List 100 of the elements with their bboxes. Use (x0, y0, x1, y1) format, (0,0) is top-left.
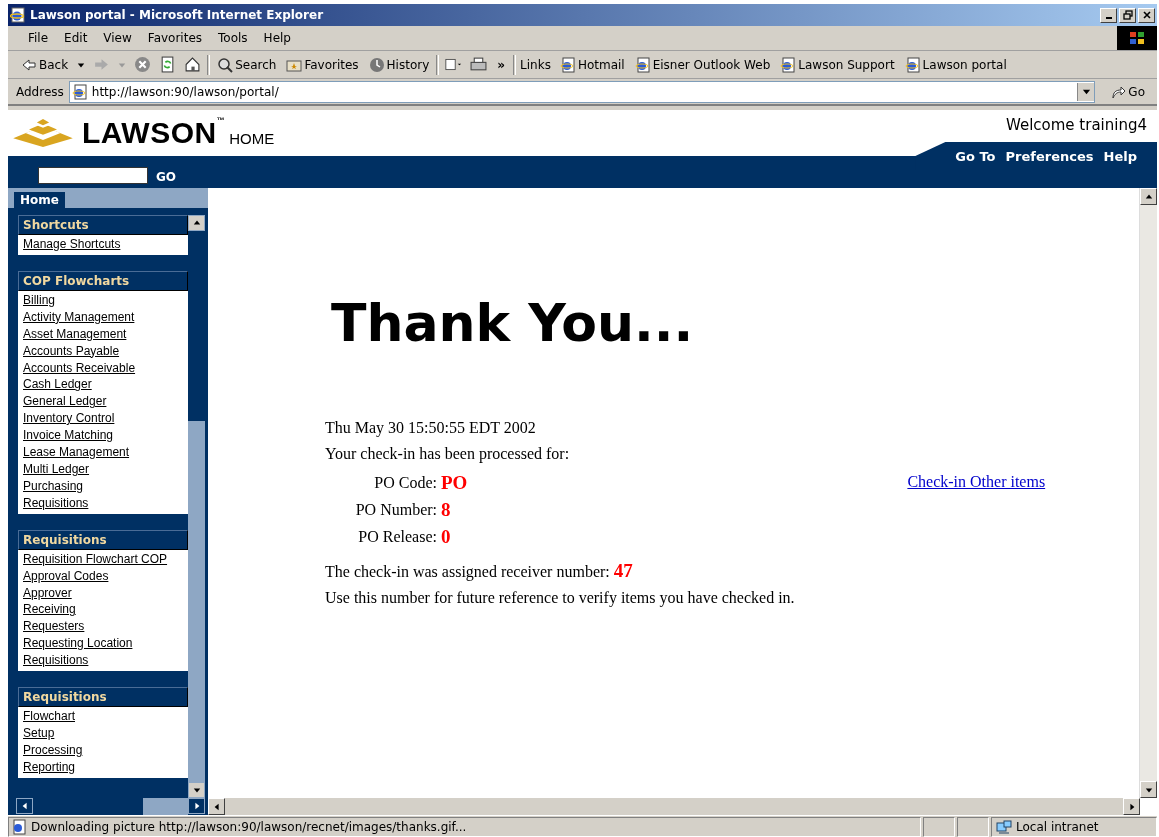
search-icon (217, 56, 234, 73)
nav-link[interactable]: Help (1103, 148, 1137, 164)
page-heading: Thank You... (331, 293, 695, 353)
group-title: Requisitions (18, 529, 188, 550)
sidebar-link[interactable]: Billing (23, 291, 183, 309)
sidebar-link[interactable]: Accounts Payable (23, 342, 183, 360)
status-text: Downloading picture http://lawson:90/lawson/recnet/images/thanks.gif... (31, 819, 467, 834)
field-label: PO Code: (373, 473, 437, 493)
sidebar-link[interactable]: Multi Ledger (23, 460, 183, 478)
windows-logo (1117, 26, 1157, 50)
clock-icon (368, 56, 385, 73)
sidebar-link[interactable]: Invoice Matching (23, 427, 183, 445)
sidebar-link[interactable]: Setup (23, 724, 183, 742)
go-link[interactable]: GO (156, 170, 177, 184)
sidebar-link[interactable]: Receiving (23, 601, 183, 619)
nav-link[interactable]: Preferences (1005, 148, 1094, 164)
sidebar-link[interactable]: Activity Management (23, 308, 183, 326)
sidebar-link[interactable]: Purchasing (23, 477, 183, 495)
print-icon[interactable] (470, 56, 488, 73)
scroll-down-icon[interactable] (1144, 785, 1153, 794)
menu-item[interactable]: File (20, 31, 57, 45)
sidebar-link[interactable]: Requisition Flowchart COP (23, 550, 183, 568)
sidebar-link[interactable]: Asset Management (23, 325, 183, 343)
sidebar-link[interactable]: Inventory Control (23, 410, 183, 428)
more-button[interactable]: » (493, 57, 510, 72)
zone-text: Local intranet (1016, 819, 1099, 834)
address-label: Address (16, 84, 65, 99)
field-label: PO Number: (354, 500, 437, 520)
page-icon (780, 56, 797, 73)
scroll-right-icon[interactable] (192, 802, 201, 810)
scroll-left-icon[interactable] (20, 802, 29, 810)
sidebar-link[interactable]: Processing (23, 741, 183, 759)
sidebar-link[interactable]: Lease Management (23, 444, 183, 461)
date-text: Thu May 30 15:50:55 EDT 2002 (325, 418, 537, 439)
back-button[interactable]: Back (18, 56, 72, 73)
network-icon (996, 818, 1012, 835)
sidebar-link[interactable]: Requesting Location (23, 635, 183, 653)
sidebar-link[interactable]: Requisitions (23, 652, 183, 670)
scrollbar[interactable] (1139, 188, 1157, 798)
sidebar-link[interactable]: Flowchart (23, 708, 183, 725)
search-field[interactable] (38, 167, 148, 184)
minimize-button[interactable] (1100, 7, 1117, 23)
sidebar-link[interactable]: General Ledger (23, 393, 183, 411)
intro-text: Your check-in has been processed for: (325, 444, 571, 465)
link-button[interactable]: Hotmail (556, 56, 628, 73)
stop-icon[interactable] (134, 56, 152, 73)
group-title: COP Flowcharts (18, 270, 188, 291)
link-button[interactable]: Eisner Outlook Web (631, 56, 774, 73)
history-button[interactable]: History (365, 56, 433, 73)
group-title: Shortcuts (18, 215, 188, 235)
link-button[interactable]: Lawson portal (901, 56, 1010, 73)
field-value: 0 (441, 525, 452, 549)
menu-item[interactable]: Edit (56, 31, 96, 45)
sidebar-link[interactable]: Requesters (23, 618, 183, 636)
receiver-label: The check-in was assigned receiver number: (325, 563, 610, 580)
minimize-icon (1105, 17, 1112, 19)
menu-item[interactable]: Help (255, 31, 299, 45)
check-in-link[interactable]: Check-in Other items (907, 473, 1046, 491)
dropdown-button[interactable] (1077, 82, 1095, 101)
scroll-up-icon[interactable] (1144, 192, 1153, 201)
page-icon (634, 56, 651, 73)
scroll-down-icon[interactable] (192, 786, 201, 794)
scroll-left-icon[interactable] (212, 802, 221, 811)
scrollbar[interactable] (188, 215, 205, 798)
back-arrow-icon (21, 56, 37, 73)
caret-icon[interactable] (77, 60, 86, 69)
sidebar-link[interactable]: Reporting (23, 758, 183, 776)
group-title: Requisitions (18, 687, 188, 708)
link-button[interactable]: Lawson Support (777, 56, 898, 73)
sidebar-tab[interactable]: Home (14, 192, 65, 208)
menu-item[interactable]: Tools (210, 31, 256, 45)
scroll-up-icon[interactable] (192, 219, 201, 227)
nav-link[interactable]: Go To (955, 148, 996, 164)
browser-icon (10, 7, 26, 23)
page-icon (904, 56, 921, 73)
page-icon (71, 83, 88, 100)
window-title: Lawson portal - Microsoft Internet Explorer (30, 8, 325, 22)
menu-item[interactable]: View (95, 31, 140, 45)
restore-button[interactable] (1119, 7, 1136, 23)
restore-icon (1122, 10, 1133, 20)
search-button[interactable]: Search (214, 56, 280, 73)
home-icon[interactable] (184, 56, 202, 73)
favorites-button[interactable]: Favorites (283, 56, 362, 73)
scrollbar[interactable] (208, 798, 1140, 815)
home-label: HOME (229, 129, 275, 147)
sidebar-link[interactable]: Requisitions (23, 494, 183, 512)
menu-item[interactable]: Favorites (139, 31, 211, 45)
sidebar-link[interactable]: Approver (23, 584, 183, 602)
page-icon (11, 818, 27, 835)
sidebar-link[interactable]: Accounts Receivable (23, 359, 183, 377)
sidebar-link[interactable]: Approval Codes (23, 567, 183, 585)
sidebar-link[interactable]: Cash Ledger (23, 376, 183, 394)
sidebar-link[interactable]: Manage Shortcuts (23, 236, 183, 253)
scroll-right-icon[interactable] (1127, 802, 1136, 811)
close-button[interactable] (1138, 7, 1155, 23)
close-icon (1141, 10, 1152, 20)
brand-name: LAWSON$^{™}$ (82, 116, 226, 150)
page-icon (559, 56, 576, 73)
address-field[interactable]: http://lawson:90/lawson/portal/ (68, 80, 1096, 103)
go-button[interactable]: Go (1098, 83, 1157, 100)
